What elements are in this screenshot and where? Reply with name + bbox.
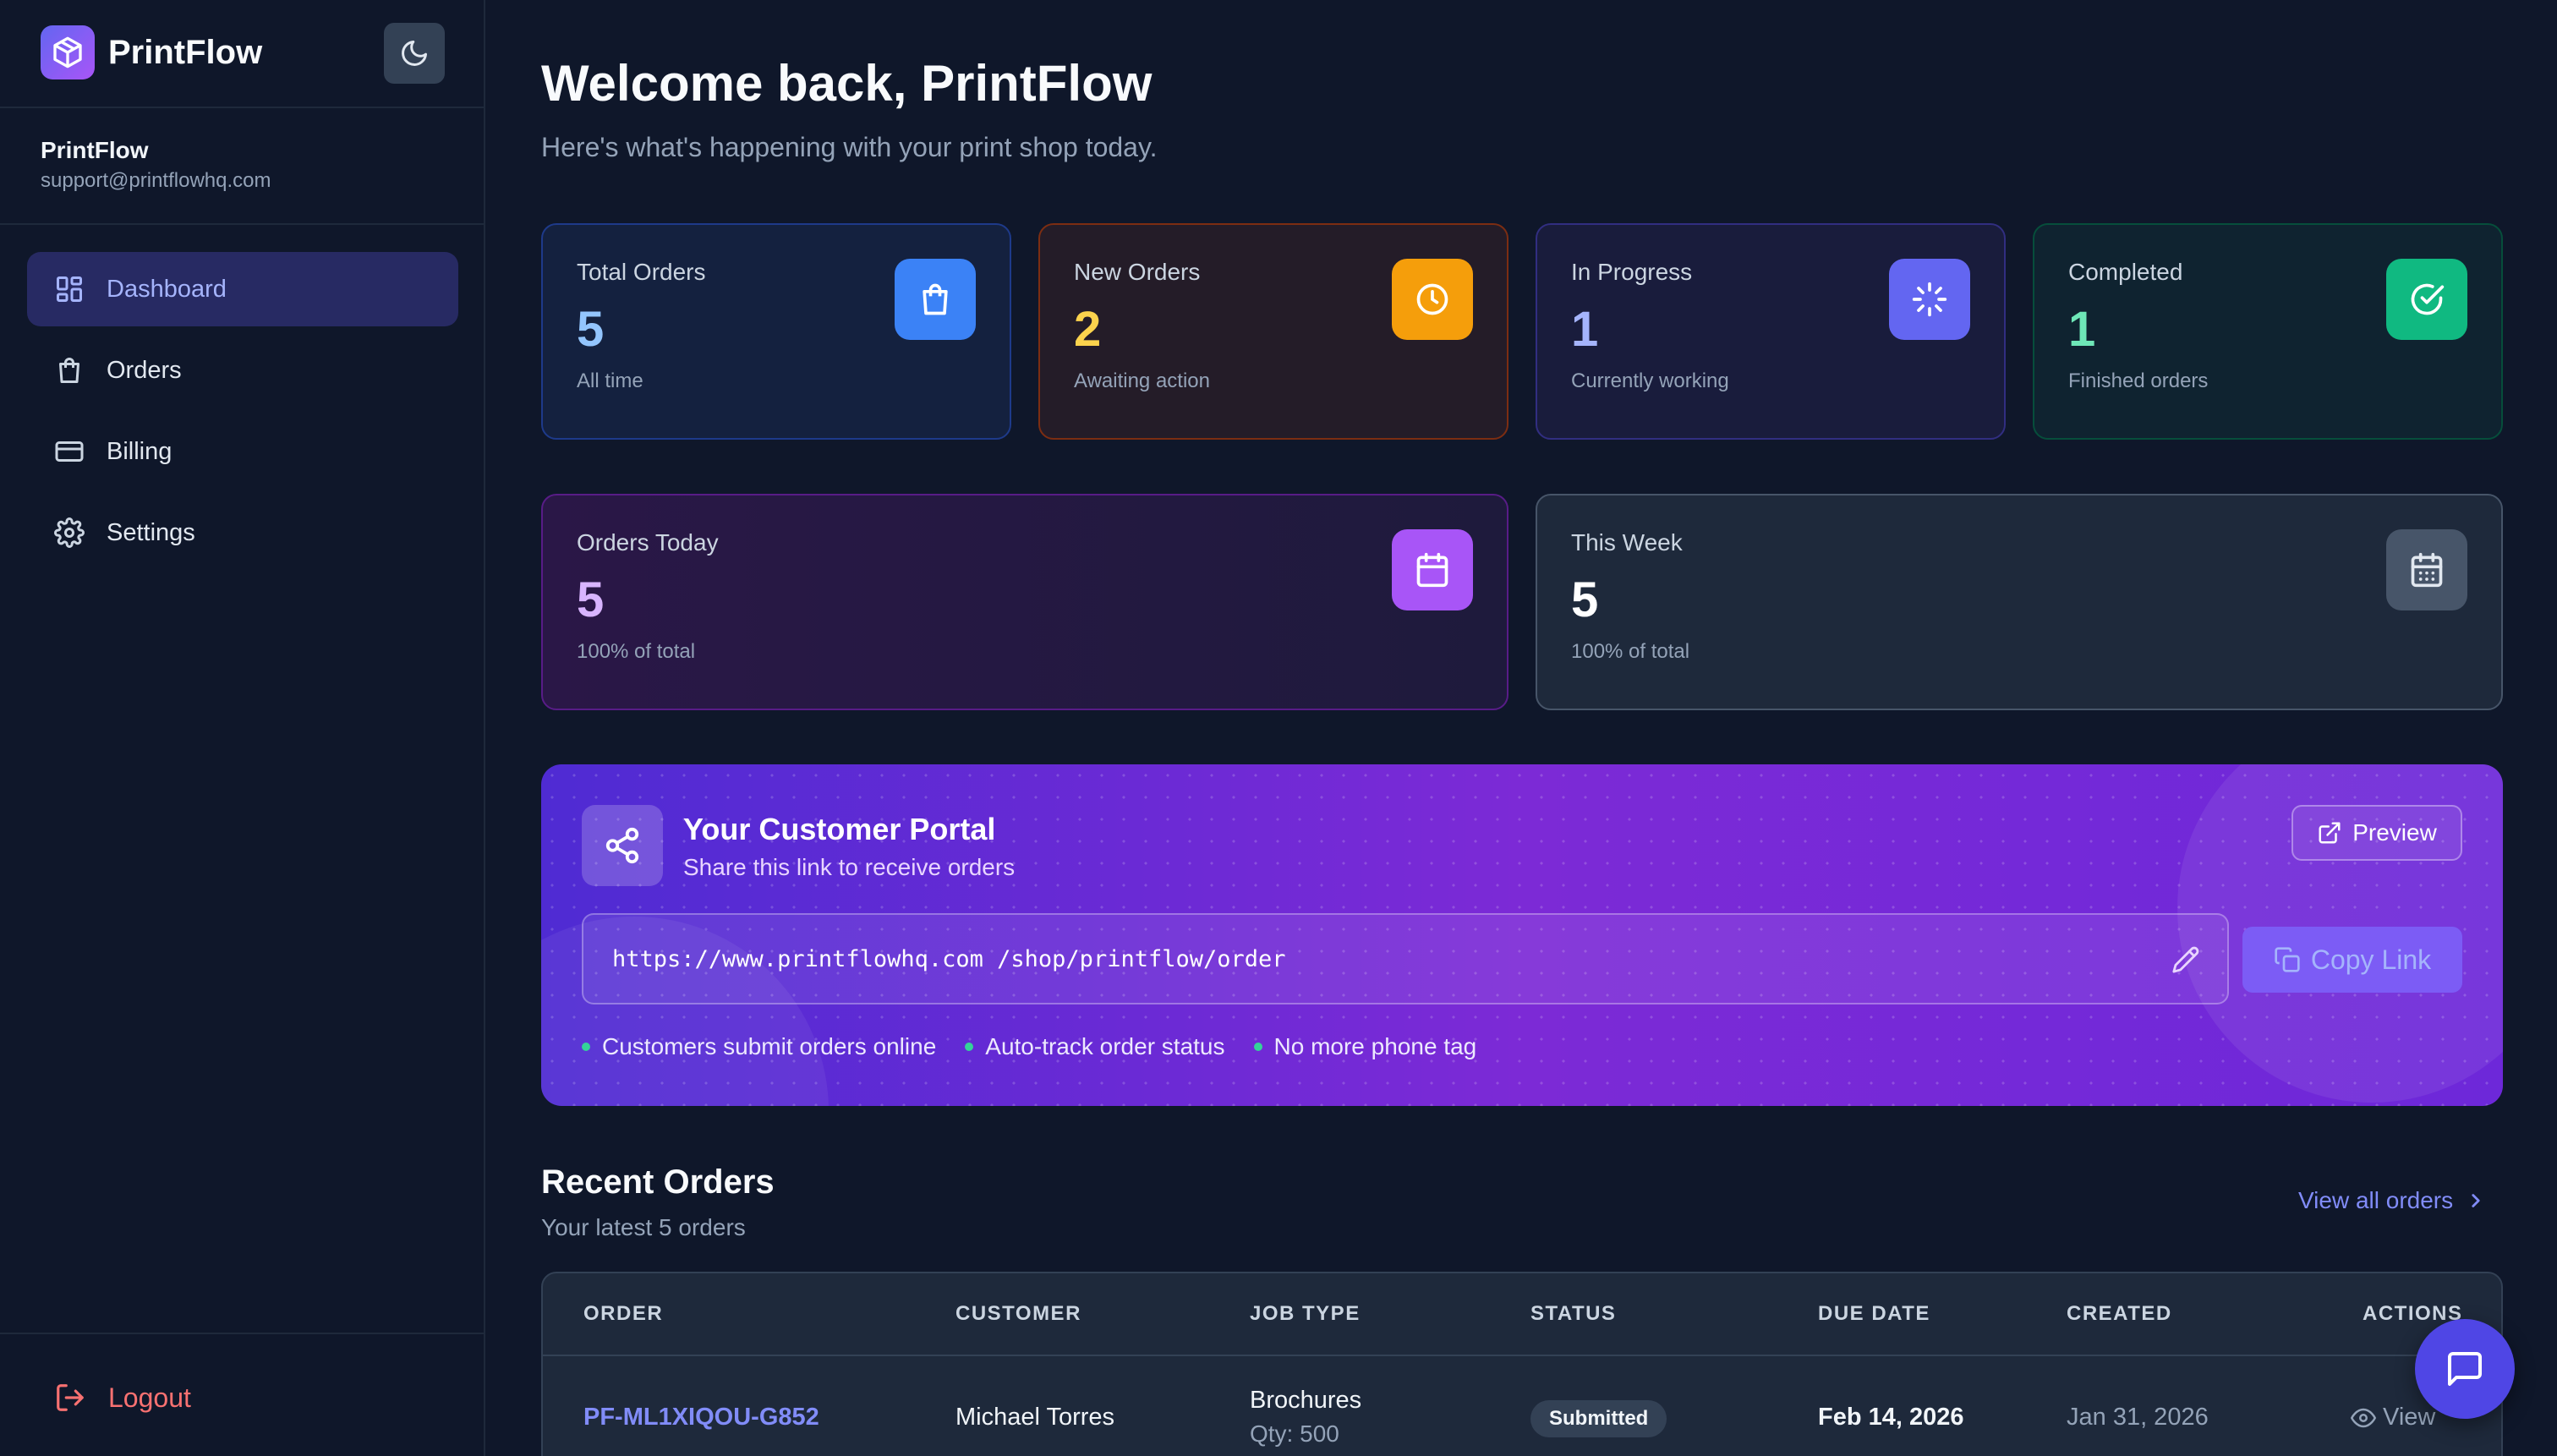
portal-subtitle: Share this link to receive orders <box>683 854 1016 880</box>
sidebar-header: PrintFlow <box>0 0 484 108</box>
stat-card-this-week[interactable]: This Week 5 100% of total <box>1536 494 2503 710</box>
portal-features: Customers submit orders online Auto-trac… <box>582 1033 1505 1060</box>
sidebar-footer: Logout <box>0 1333 485 1456</box>
job-quantity: Qty: 500 <box>1250 1420 1339 1447</box>
stat-card-new-orders[interactable]: New Orders 2 Awaiting action <box>1038 223 1508 440</box>
user-email: support@printflowhq.com <box>41 169 271 192</box>
stat-subtext: Awaiting action <box>1074 369 1210 392</box>
bullet-dot <box>1253 1043 1262 1051</box>
copy-link-button[interactable]: Copy Link <box>2242 927 2462 993</box>
recent-orders-subtitle: Your latest 5 orders <box>541 1214 746 1240</box>
stat-value: 5 <box>1571 572 1599 627</box>
theme-toggle-button[interactable] <box>384 23 445 84</box>
sidebar-item-orders[interactable]: Orders <box>27 333 458 408</box>
column-header-customer: CUSTOMER <box>955 1302 1081 1325</box>
stat-card-in-progress[interactable]: In Progress 1 Currently working <box>1536 223 2006 440</box>
portal-url: https://www.printflowhq.com /shop/printf… <box>612 945 1286 972</box>
status-badge: Submitted <box>1530 1400 1667 1437</box>
bullet-dot <box>582 1043 590 1051</box>
feature-text: Auto-track order status <box>985 1033 1225 1059</box>
logout-icon <box>57 1384 84 1411</box>
stat-subtext: 100% of total <box>577 640 696 663</box>
sidebar-item-label: Settings <box>107 518 195 546</box>
stat-subtext: 100% of total <box>1571 640 1690 663</box>
feature-text: Customers submit orders online <box>602 1033 937 1059</box>
feature-item: No more phone tag <box>1253 1033 1477 1060</box>
loader-icon <box>1889 259 1970 340</box>
recent-orders-table: ORDER CUSTOMER JOB TYPE STATUS DUE DATE … <box>541 1272 2503 1456</box>
sidebar-nav: Dashboard Orders Billing Settings <box>27 252 458 577</box>
app-name: PrintFlow <box>108 34 263 71</box>
shopping-bag-icon <box>895 259 976 340</box>
sidebar-item-dashboard[interactable]: Dashboard <box>27 252 458 326</box>
column-header-status: STATUS <box>1530 1302 1617 1325</box>
table-row[interactable]: PF-ML1XIQOU-G852 Michael Torres Brochure… <box>543 1356 2501 1456</box>
stat-subtext: Finished orders <box>2068 369 2209 392</box>
due-date: Feb 14, 2026 <box>1818 1404 1964 1431</box>
logo-cube-icon <box>41 25 95 79</box>
feature-item: Customers submit orders online <box>582 1033 936 1060</box>
sidebar-item-billing[interactable]: Billing <box>27 414 458 489</box>
eye-icon <box>2351 1408 2376 1427</box>
external-link-icon <box>2319 822 2341 844</box>
preview-button[interactable]: Preview <box>2291 805 2462 861</box>
preview-label: Preview <box>2352 819 2437 846</box>
sidebar: PrintFlow PrintFlow support@printflowhq.… <box>0 0 485 1456</box>
column-header-order: ORDER <box>583 1302 664 1325</box>
sidebar-item-label: Dashboard <box>107 275 227 303</box>
column-header-created: CREATED <box>2067 1302 2172 1325</box>
sidebar-item-label: Orders <box>107 356 182 384</box>
page-subtitle: Here's what's happening with your print … <box>541 132 1158 162</box>
page-title: Welcome back, PrintFlow <box>541 55 1153 112</box>
pencil-icon[interactable] <box>2171 945 2200 974</box>
user-info: PrintFlow support@printflowhq.com <box>0 108 484 225</box>
stat-label: Orders Today <box>577 529 719 556</box>
stat-subtext: All time <box>577 369 643 392</box>
share-icon <box>582 805 663 886</box>
gear-icon <box>54 517 85 548</box>
customer-name: Michael Torres <box>955 1404 1115 1431</box>
sidebar-item-label: Billing <box>107 437 172 465</box>
bullet-dot <box>965 1043 974 1051</box>
shopping-bag-icon <box>59 358 79 383</box>
user-name: PrintFlow <box>41 137 149 163</box>
column-header-job-type: JOB TYPE <box>1250 1302 1361 1325</box>
stat-subtext: Currently working <box>1571 369 1729 392</box>
stat-value: 5 <box>577 572 605 627</box>
recent-orders-title: Recent Orders <box>541 1163 775 1201</box>
view-all-orders-link[interactable]: View all orders <box>2298 1187 2487 1214</box>
stat-label: This Week <box>1571 529 1683 556</box>
order-id-link[interactable]: PF-ML1XIQOU-G852 <box>583 1404 819 1431</box>
calendar-icon <box>1392 529 1473 610</box>
sidebar-item-settings[interactable]: Settings <box>27 495 458 570</box>
customer-portal-card: Your Customer Portal Share this link to … <box>541 764 2503 1106</box>
table-header: ORDER CUSTOMER JOB TYPE STATUS DUE DATE … <box>543 1273 2501 1356</box>
dashboard-icon <box>57 276 82 302</box>
clock-icon <box>1392 259 1473 340</box>
chat-icon <box>2448 1352 2482 1386</box>
moon-icon <box>402 41 427 66</box>
logout-label: Logout <box>108 1382 191 1413</box>
created-date: Jan 31, 2026 <box>2067 1404 2209 1431</box>
credit-card-icon <box>55 441 84 462</box>
copy-icon <box>2275 947 2300 972</box>
column-header-due-date: DUE DATE <box>1818 1302 1930 1325</box>
copy-link-label: Copy Link <box>2310 944 2432 975</box>
feature-text: No more phone tag <box>1273 1033 1477 1059</box>
view-order-button[interactable]: View <box>2351 1404 2435 1431</box>
feature-item: Auto-track order status <box>965 1033 1225 1060</box>
view-label: View <box>2383 1404 2436 1431</box>
stat-card-total-orders[interactable]: Total Orders 5 All time <box>541 223 1011 440</box>
logout-button[interactable]: Logout <box>54 1382 191 1414</box>
portal-url-field[interactable]: https://www.printflowhq.com /shop/printf… <box>582 913 2229 1004</box>
chat-support-button[interactable] <box>2415 1319 2515 1419</box>
chevron-right-icon <box>2472 1194 2480 1207</box>
portal-title: Your Customer Portal <box>683 812 996 846</box>
view-all-label: View all orders <box>2298 1187 2454 1213</box>
check-circle-icon <box>2386 259 2467 340</box>
job-type: Brochures <box>1250 1387 1362 1414</box>
calendar-grid-icon <box>2386 529 2467 610</box>
stat-card-orders-today[interactable]: Orders Today 5 100% of total <box>541 494 1508 710</box>
stat-card-completed[interactable]: Completed 1 Finished orders <box>2033 223 2503 440</box>
